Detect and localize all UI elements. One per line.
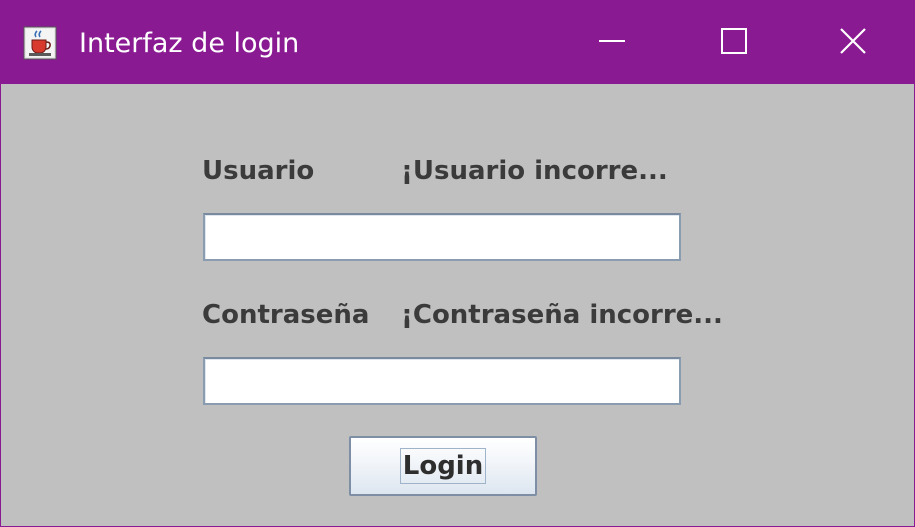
maximize-button[interactable] — [673, 1, 795, 84]
maximize-icon — [720, 27, 748, 59]
password-error-message: ¡Contraseña incorre... — [401, 300, 723, 330]
password-input[interactable] — [203, 357, 681, 405]
minimize-button[interactable] — [551, 1, 673, 84]
password-label: Contraseña — [202, 300, 370, 330]
username-error-message: ¡Usuario incorre... — [401, 156, 668, 186]
username-input[interactable] — [203, 213, 681, 261]
form-panel: Usuario ¡Usuario incorre... Contraseña ¡… — [1, 84, 914, 526]
login-button[interactable]: Login — [349, 436, 537, 496]
minimize-icon — [598, 27, 626, 59]
close-button[interactable] — [792, 1, 914, 84]
username-label: Usuario — [202, 156, 315, 186]
title-bar[interactable]: Interfaz de login — [1, 1, 914, 84]
focus-ring: Login — [399, 448, 487, 484]
login-button-label: Login — [402, 451, 484, 481]
java-coffee-cup-icon[interactable] — [23, 26, 57, 60]
close-icon — [839, 27, 867, 59]
login-window: Interfaz de login Usuario ¡Usuario incor… — [0, 0, 915, 527]
window-title: Interfaz de login — [79, 28, 300, 59]
